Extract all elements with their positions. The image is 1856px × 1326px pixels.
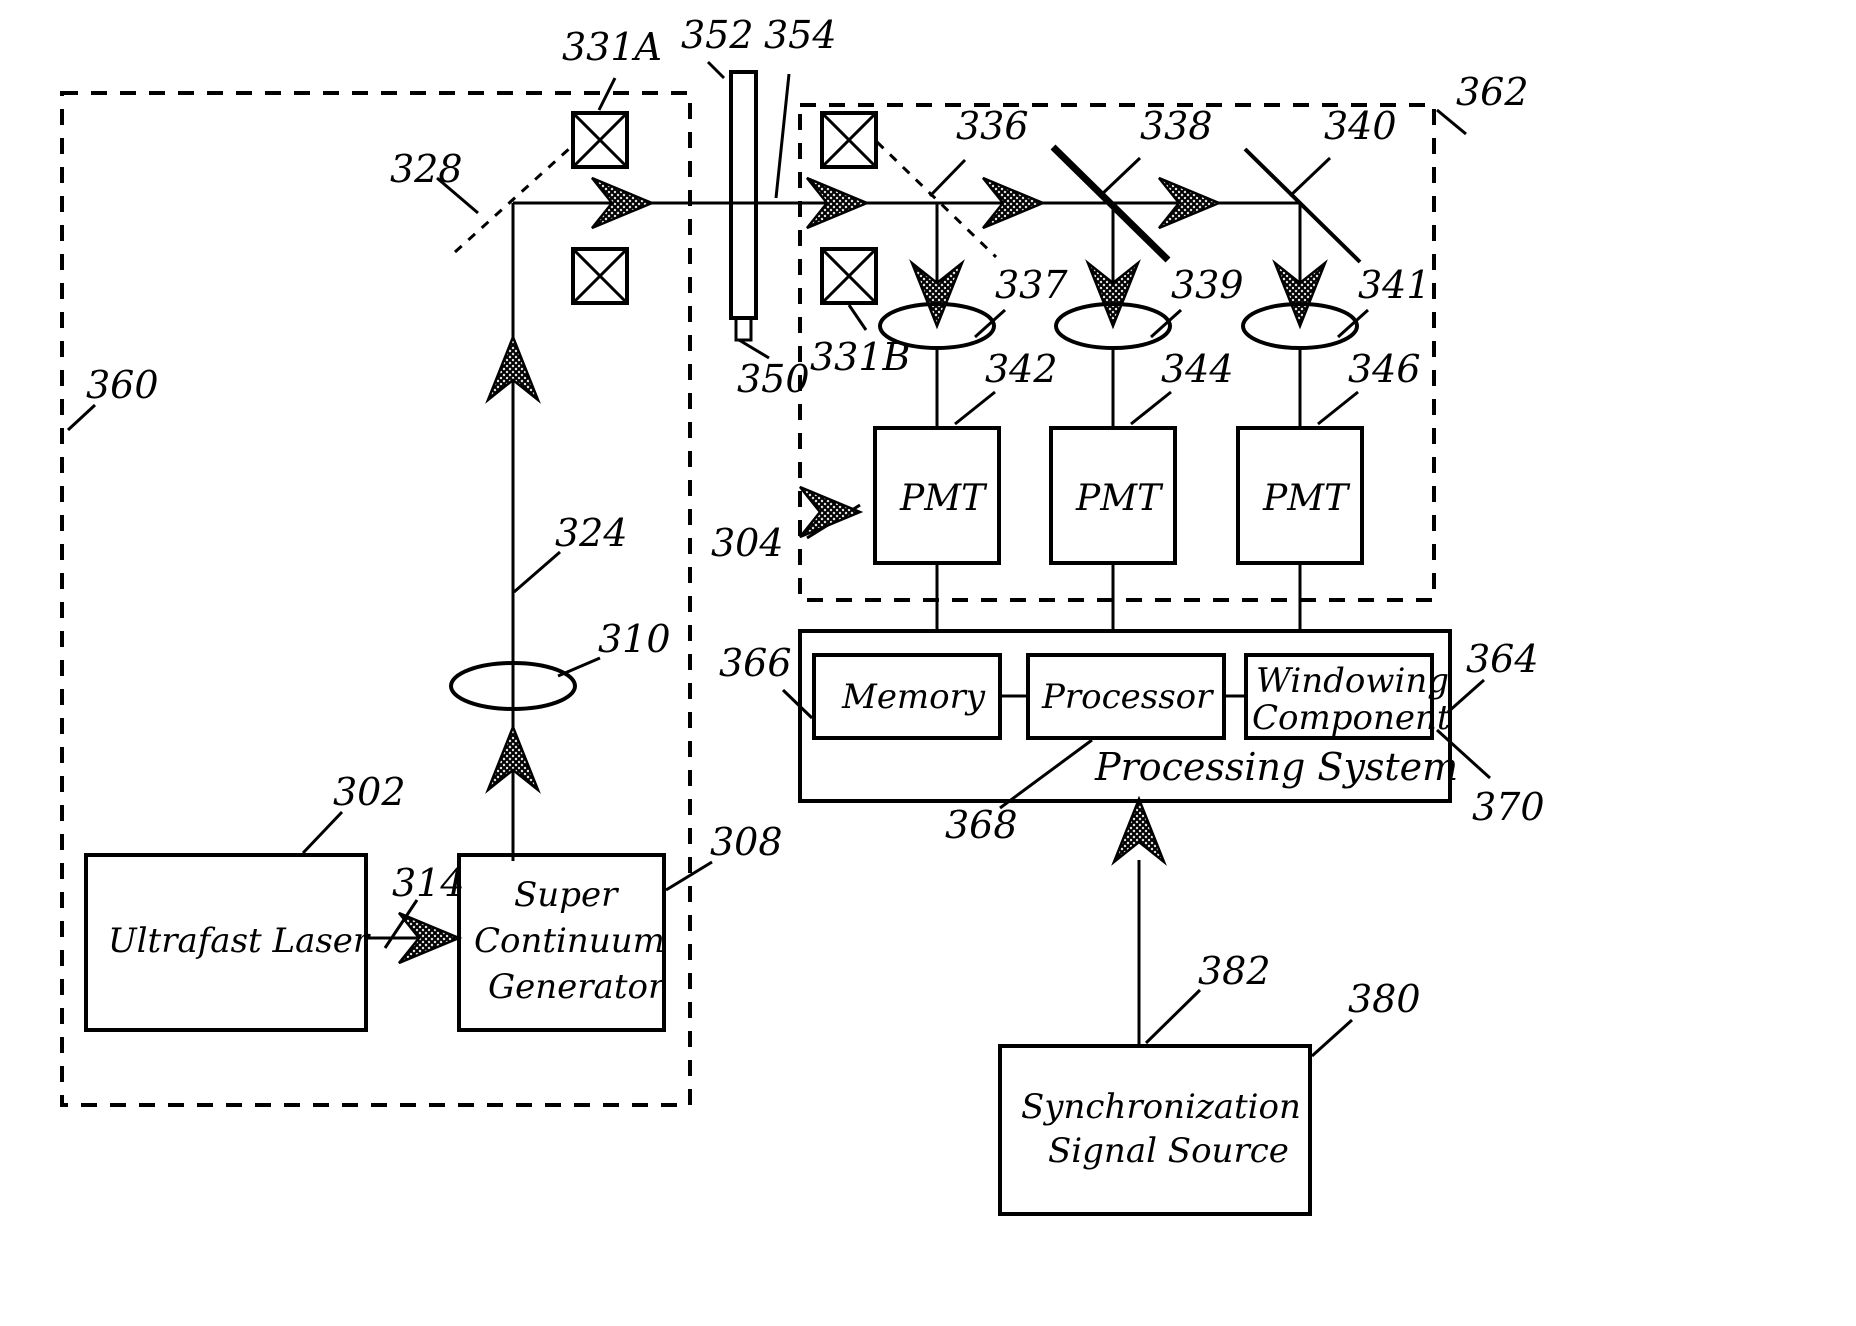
filter-lower-left[interactable] — [571, 247, 629, 305]
processing-system-label: Processing System — [1094, 745, 1458, 789]
label-328: 328 — [390, 147, 479, 215]
figure-canvas: 328 331A 352 354 350 331B 336 338 340 33… — [0, 0, 1856, 1326]
label-352: 352 — [681, 13, 754, 80]
patent-figure-svg: 328 331A 352 354 350 331B 336 338 340 33… — [60, 13, 1545, 1216]
label-310: 310 — [557, 617, 671, 678]
refnum-350: 350 — [737, 357, 810, 401]
refnum-341: 341 — [1358, 263, 1431, 307]
filter-right-upper[interactable] — [820, 111, 878, 169]
refnum-354: 354 — [764, 13, 837, 57]
refnum-362: 362 — [1456, 70, 1529, 114]
box-windowing-component[interactable]: Windowing Component — [1244, 653, 1451, 740]
box-super-continuum-generator[interactable]: Super Continuum Generator — [457, 853, 666, 1032]
pmt-label-346: PMT — [1262, 478, 1351, 519]
box-ultrafast-laser[interactable]: Ultrafast Laser — [84, 853, 371, 1032]
label-360: 360 — [66, 363, 159, 432]
processor-label: Processor — [1041, 677, 1214, 717]
box-memory[interactable]: Memory — [812, 653, 1002, 740]
refnum-346: 346 — [1348, 347, 1421, 391]
scg-label-line2: Continuum — [474, 921, 665, 961]
refnum-380: 380 — [1348, 977, 1421, 1021]
pmt-label-342: PMT — [899, 478, 988, 519]
pmt-processing-connectors — [935, 563, 1302, 631]
refnum-336: 336 — [956, 104, 1029, 148]
refnum-331A: 331A — [562, 25, 662, 69]
label-346: 346 — [1317, 347, 1421, 426]
refnum-337: 337 — [995, 263, 1068, 307]
refnum-342: 342 — [985, 347, 1058, 391]
windowing-label-line1: Windowing — [1256, 661, 1449, 701]
refnum-314: 314 — [392, 861, 465, 905]
refnum-340: 340 — [1324, 104, 1397, 148]
refnum-364: 364 — [1466, 637, 1539, 681]
label-331A: 331A — [562, 25, 662, 111]
box-processor[interactable]: Processor — [1026, 653, 1226, 740]
label-339: 339 — [1149, 263, 1244, 339]
label-302: 302 — [301, 770, 406, 855]
box-sync-signal-source[interactable]: Synchronization Signal Source — [998, 1044, 1312, 1216]
refnum-344: 344 — [1161, 347, 1234, 391]
refnum-339: 339 — [1171, 263, 1244, 307]
pmt-box-344[interactable]: PMT — [1049, 426, 1177, 565]
refnum-324: 324 — [555, 511, 628, 555]
scg-label-line3: Generator — [488, 967, 666, 1007]
label-368: 368 — [945, 738, 1093, 847]
label-308: 308 — [665, 820, 783, 892]
refnum-338: 338 — [1140, 104, 1213, 148]
label-364: 364 — [1447, 637, 1539, 714]
beamsplitter-340[interactable] — [1243, 147, 1362, 264]
label-344: 344 — [1130, 347, 1234, 426]
beam-down-1 — [909, 203, 965, 330]
label-362: 362 — [1436, 70, 1529, 136]
refnum-360: 360 — [86, 363, 159, 407]
label-380: 380 — [1310, 977, 1421, 1058]
refnum-366: 366 — [719, 641, 792, 685]
beam-314: 314 — [366, 861, 465, 965]
pmt-label-344: PMT — [1075, 478, 1164, 519]
label-304: 304 — [711, 485, 864, 565]
label-336: 336 — [928, 104, 1029, 198]
refnum-302: 302 — [333, 770, 406, 814]
windowing-label-line2: Component — [1252, 698, 1451, 738]
signal-382: 382 — [1111, 795, 1271, 1046]
sample-352[interactable] — [729, 70, 758, 342]
pmt-box-346[interactable]: PMT — [1236, 426, 1364, 565]
label-338: 338 — [1098, 104, 1213, 198]
refnum-382: 382 — [1198, 949, 1271, 993]
filter-331B[interactable] — [820, 247, 878, 305]
refnum-328: 328 — [390, 147, 463, 191]
label-340: 340 — [1288, 104, 1397, 198]
sync-label-line2: Signal Source — [1048, 1131, 1289, 1171]
refnum-370: 370 — [1472, 785, 1545, 829]
filter-331A[interactable] — [571, 111, 629, 169]
label-324: 324 — [513, 511, 628, 594]
ultrafast-laser-label: Ultrafast Laser — [108, 921, 371, 961]
refnum-304: 304 — [711, 521, 784, 565]
scg-label-line1: Super — [514, 875, 619, 915]
label-341: 341 — [1336, 263, 1431, 339]
refnum-310: 310 — [598, 617, 671, 661]
refnum-352: 352 — [681, 13, 754, 57]
refnum-308: 308 — [710, 820, 783, 864]
sync-label-line1: Synchronization — [1021, 1087, 1301, 1127]
pmt-box-342[interactable]: PMT — [873, 426, 1001, 565]
label-342: 342 — [954, 347, 1058, 426]
memory-label: Memory — [841, 677, 986, 717]
refnum-368: 368 — [945, 803, 1018, 847]
